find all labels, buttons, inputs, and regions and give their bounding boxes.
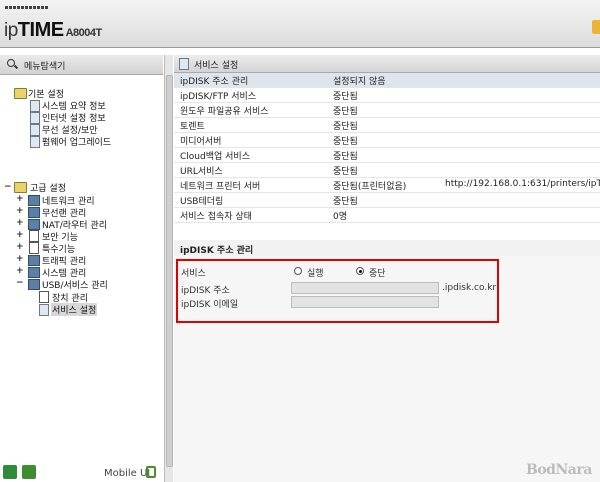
section-title: ipDISK 주소 관리 xyxy=(180,246,254,256)
watermark: BodNara xyxy=(526,462,592,478)
router-icon xyxy=(28,219,40,230)
row-status: 중단됨 xyxy=(333,137,358,147)
row-name: Cloud백업 서비스 xyxy=(180,152,250,162)
table-row[interactable]: Cloud백업 서비스 중단됨 xyxy=(174,148,600,163)
table-row[interactable]: ipDISK 주소 관리 설정되지 않음 xyxy=(174,73,600,88)
row-name: ipDISK/FTP 서비스 xyxy=(180,92,257,102)
row-status: 0명 xyxy=(333,212,348,222)
table-row[interactable]: 토렌트 중단됨 xyxy=(174,118,600,133)
scrollbar-thumb[interactable] xyxy=(166,75,173,467)
row-name: ipDISK 주소 관리 xyxy=(180,77,249,87)
table-row[interactable]: 네트워크 프린터 서버 중단됨(프린터없음) http://192.168.0.1:… xyxy=(174,178,600,193)
search-icon xyxy=(7,59,15,67)
highlight-box xyxy=(176,259,499,323)
printer-url-link[interactable]: http://192.168.0.1:631/printers/ipTIME_ xyxy=(445,179,600,189)
expand-icon[interactable]: + xyxy=(16,206,24,216)
system-icon xyxy=(28,267,40,278)
folder-icon xyxy=(14,182,27,193)
sidebar-scrollbar[interactable] xyxy=(164,55,173,482)
mobile-icon[interactable] xyxy=(146,466,156,478)
special-icon xyxy=(29,242,39,254)
main-header: 서비스 설정 xyxy=(174,55,600,73)
page-icon xyxy=(39,291,49,303)
page-title: 서비스 설정 xyxy=(194,61,239,71)
wifi-icon xyxy=(28,207,40,218)
collapse-icon[interactable]: − xyxy=(4,182,12,192)
expand-icon[interactable]: + xyxy=(16,230,24,240)
section-header: ipDISK 주소 관리 xyxy=(174,240,600,257)
firmware-icon xyxy=(30,136,40,148)
row-status: 중단됨(프린터없음) xyxy=(333,182,407,192)
collapse-icon[interactable]: − xyxy=(16,278,24,288)
brand-logo: ipTIME A8004T xyxy=(4,19,102,41)
row-name: USB테더링 xyxy=(180,197,224,207)
usb-icon xyxy=(28,279,40,290)
table-row[interactable]: ipDISK/FTP 서비스 중단됨 xyxy=(174,88,600,103)
row-status: 중단됨 xyxy=(333,107,358,117)
summary-icon xyxy=(30,100,40,112)
top-header: ipTIME A8004T xyxy=(0,0,600,48)
tree-advanced-settings[interactable]: 고급 설정 xyxy=(30,181,66,194)
table-row[interactable]: 윈도우 파일공유 서비스 중단됨 xyxy=(174,103,600,118)
row-status: 중단됨 xyxy=(333,167,358,177)
tree-item-firmware[interactable]: 펌웨어 업그레이드 xyxy=(42,135,111,148)
mobile-ui-link[interactable]: Mobile UI xyxy=(104,468,150,479)
row-status: 설정되지 않음 xyxy=(333,77,386,87)
row-status: 중단됨 xyxy=(333,152,358,162)
logout-icon[interactable] xyxy=(22,465,36,479)
row-status: 중단됨 xyxy=(333,197,358,207)
table-row[interactable]: USB테더링 중단됨 xyxy=(174,193,600,208)
traffic-icon xyxy=(28,255,40,266)
table-row[interactable]: URL서비스 중단됨 xyxy=(174,163,600,178)
row-name: URL서비스 xyxy=(180,167,223,177)
menu-explorer-header: 메뉴탐색기 xyxy=(0,55,163,75)
expand-icon[interactable]: + xyxy=(16,266,24,276)
page-icon xyxy=(39,304,49,316)
expand-icon[interactable]: + xyxy=(16,254,24,264)
window-icon xyxy=(179,58,189,70)
brand-dots-icon xyxy=(5,6,48,9)
expand-icon[interactable]: + xyxy=(16,242,24,252)
row-name: 네트워크 프린터 서버 xyxy=(180,182,261,192)
folder-icon xyxy=(14,88,27,99)
network-icon xyxy=(28,195,40,206)
wireless-icon xyxy=(30,124,40,136)
menu-explorer: 메뉴탐색기 기본 설정 시스템 요약 정보 인터넷 설정 정보 무선 설정/보안… xyxy=(0,55,165,482)
row-status: 중단됨 xyxy=(333,122,358,132)
corner-icon[interactable] xyxy=(592,20,600,34)
row-name: 미디어서버 xyxy=(180,137,222,147)
table-row[interactable]: 미디어서버 중단됨 xyxy=(174,133,600,148)
row-status: 중단됨 xyxy=(333,92,358,102)
tree-item-usb[interactable]: USB/서비스 관리 xyxy=(42,278,108,291)
tree-item-service-settings[interactable]: 서비스 설정 xyxy=(51,303,98,316)
menu-explorer-title: 메뉴탐색기 xyxy=(24,62,66,72)
lock-icon xyxy=(29,230,39,242)
row-name: 토렌트 xyxy=(180,122,205,132)
expand-icon[interactable]: + xyxy=(16,218,24,228)
expand-icon[interactable]: + xyxy=(16,194,24,204)
home-icon[interactable] xyxy=(3,465,17,479)
internet-icon xyxy=(30,112,40,124)
row-name: 서비스 접속자 상태 xyxy=(180,212,252,222)
row-name: 윈도우 파일공유 서비스 xyxy=(180,107,269,117)
table-row[interactable]: 서비스 접속자 상태 0명 xyxy=(174,208,600,223)
